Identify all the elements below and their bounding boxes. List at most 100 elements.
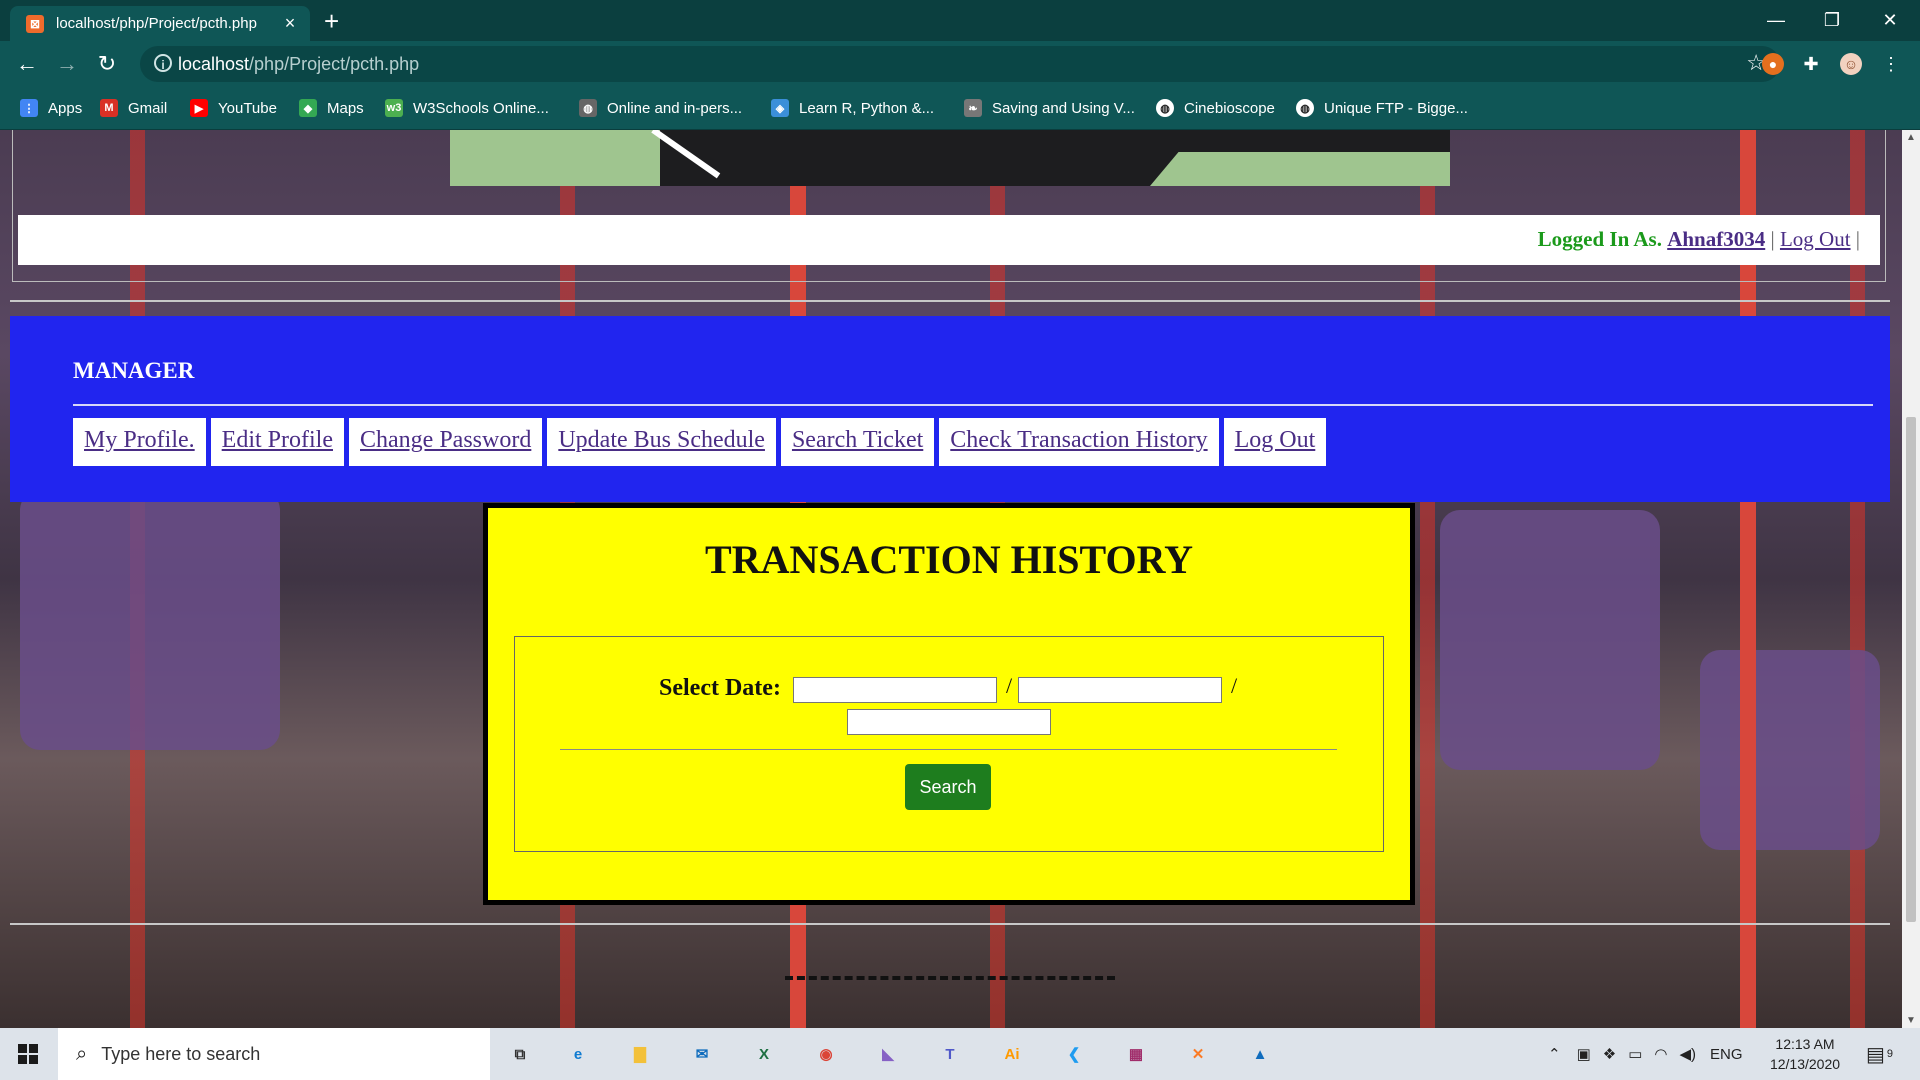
gmail-icon: M [100,99,118,117]
login-status-bar: Logged In As. Ahnaf3034 | Log Out | [18,215,1880,265]
edge-icon[interactable]: e [560,1036,596,1072]
task-view-icon[interactable]: ⧉ [502,1036,538,1072]
menu-log-out[interactable]: Log Out [1223,418,1327,466]
scrollbar-thumb[interactable] [1906,417,1916,922]
vscode-icon[interactable]: ❮ [1056,1036,1092,1072]
divider [10,300,1890,302]
mail-icon[interactable]: ✉ [684,1036,720,1072]
device-icon[interactable]: ▣ [1577,1045,1591,1063]
browser-tab[interactable]: ⊠ localhost/php/Project/pcth.php × [10,6,310,41]
site-info-icon[interactable]: i [154,54,172,72]
taskbar-search[interactable]: ⌕ Type here to search [58,1028,490,1080]
browser-toolbar: ← → ↻ i localhost/php/Project/pcth.php ☆… [0,41,1920,87]
date-day-input[interactable] [793,677,997,703]
bookmark-learn-r-python[interactable]: ◈ Learn R, Python &... [771,87,934,129]
restore-button[interactable]: ❐ [1804,0,1860,41]
minimize-button[interactable]: — [1748,0,1804,41]
profile-avatar[interactable]: ☺ [1840,53,1862,75]
file-explorer-icon[interactable]: ▇ [622,1036,658,1072]
bookmark-online-in-person[interactable]: ◍ Online and in-pers... [579,87,742,129]
divider [560,749,1337,750]
date-year-input[interactable] [847,709,1051,735]
role-title: MANAGER [73,358,195,383]
dashed-divider [785,976,1115,980]
start-button[interactable] [0,1028,56,1080]
bookmark-unique-ftp[interactable]: ◍ Unique FTP - Bigge... [1296,87,1468,129]
excel-icon[interactable]: X [746,1036,782,1072]
date-separator: / [1006,673,1013,698]
youtube-icon: ▶ [190,99,208,117]
bookmark-w3schools[interactable]: w3 W3Schools Online... [385,87,549,129]
menu-change-password[interactable]: Change Password [349,418,543,466]
forward-button[interactable]: → [50,47,84,81]
bookmark-youtube[interactable]: ▶ YouTube [190,87,277,129]
bookmark-cinebioscope[interactable]: ◍ Cinebioscope [1156,87,1275,129]
new-tab-button[interactable]: + [324,6,339,37]
divider [73,404,1873,406]
taskbar-search-placeholder: Type here to search [101,1043,261,1064]
w3schools-icon: w3 [385,99,403,117]
dropbox-icon[interactable]: ❖ [1603,1045,1616,1063]
address-bar[interactable]: i localhost/php/Project/pcth.php ☆ [140,46,1780,82]
system-tray: ⌃ ▣ ❖ ▭ ◠ ◀) ENG [1548,1028,1743,1080]
background-seat [20,490,280,750]
apps-grid-icon: ⋮ [20,99,38,117]
shield-icon: ◈ [771,99,789,117]
illustrator-icon[interactable]: Ai [994,1036,1030,1072]
battery-icon[interactable]: ▭ [1628,1045,1642,1063]
menu-my-profile[interactable]: My Profile. [73,418,206,466]
globe-icon: ◍ [1156,99,1174,117]
divider [10,923,1890,925]
scroll-up-icon[interactable]: ▲ [1902,132,1920,143]
menu-update-bus-schedule[interactable]: Update Bus Schedule [547,418,776,466]
search-button[interactable]: Search [905,764,991,810]
separator: | [1855,227,1860,251]
show-hidden-icons-icon[interactable]: ⌃ [1548,1045,1561,1063]
date-month-input[interactable] [1018,677,1222,703]
page-viewport: Logged In As. Ahnaf3034 | Log Out | MANA… [0,130,1902,1028]
page-scrollbar[interactable]: ▲ ▼ [1902,130,1920,1028]
photos-icon[interactable]: ▲ [1242,1036,1278,1072]
scroll-down-icon[interactable]: ▼ [1902,1015,1920,1026]
menu-search-ticket[interactable]: Search Ticket [780,418,935,466]
volume-icon[interactable]: ◀) [1680,1045,1697,1063]
maps-icon: ◆ [299,99,317,117]
menu-edit-profile[interactable]: Edit Profile [210,418,344,466]
menu-check-transaction-history[interactable]: Check Transaction History [939,418,1219,466]
windows-logo-icon [18,1044,38,1064]
username-link[interactable]: Ahnaf3034 [1667,227,1765,251]
extension-icon[interactable]: ● [1762,53,1784,75]
xampp-icon[interactable]: ✕ [1180,1036,1216,1072]
clock-time: 12:13 AM [1775,1036,1835,1052]
teams-icon[interactable]: T [932,1036,968,1072]
date-separator: / [1231,673,1238,698]
notification-icon: ▤ [1866,1043,1885,1066]
notification-center[interactable]: ▤ 9 [1866,1028,1893,1080]
header-logout-link[interactable]: Log Out [1780,227,1851,251]
background-seat [1440,510,1660,770]
bookmark-maps[interactable]: ◆ Maps [299,87,364,129]
visual-studio-icon[interactable]: ◣ [870,1036,906,1072]
wifi-icon[interactable]: ◠ [1654,1045,1667,1063]
close-window-button[interactable]: ✕ [1862,0,1918,41]
select-date-label: Select Date: [659,675,781,701]
reload-button[interactable]: ↻ [90,47,124,81]
language-indicator[interactable]: ENG [1710,1046,1743,1063]
winrar-icon[interactable]: ▦ [1118,1036,1154,1072]
chrome-icon[interactable]: ◉ [808,1036,844,1072]
manager-nav-bar: MANAGER My Profile. Edit Profile Change … [10,316,1890,502]
extensions-puzzle-icon[interactable]: ✚ [1800,53,1822,75]
header-banner-image [450,130,1450,186]
tab-close-icon[interactable]: × [280,13,300,34]
browser-menu-icon[interactable]: ⋮ [1880,53,1902,75]
clock[interactable]: 12:13 AM 12/13/2020 [1760,1034,1850,1074]
url-text[interactable]: localhost/php/Project/pcth.php [178,54,419,75]
bookmark-gmail[interactable]: M Gmail [100,87,167,129]
bookmarks-bar: ⋮ Apps M Gmail ▶ YouTube ◆ Maps w3 W3Schools … [0,87,1920,130]
notification-count: 9 [1886,1048,1894,1060]
bookmark-apps[interactable]: ⋮ Apps [20,87,82,129]
back-button[interactable]: ← [10,47,44,81]
browser-tab-strip: ⊠ localhost/php/Project/pcth.php × + — ❐… [0,0,1920,41]
bookmark-saving-using[interactable]: ❧ Saving and Using V... [964,87,1135,129]
leaf-icon: ❧ [964,99,982,117]
